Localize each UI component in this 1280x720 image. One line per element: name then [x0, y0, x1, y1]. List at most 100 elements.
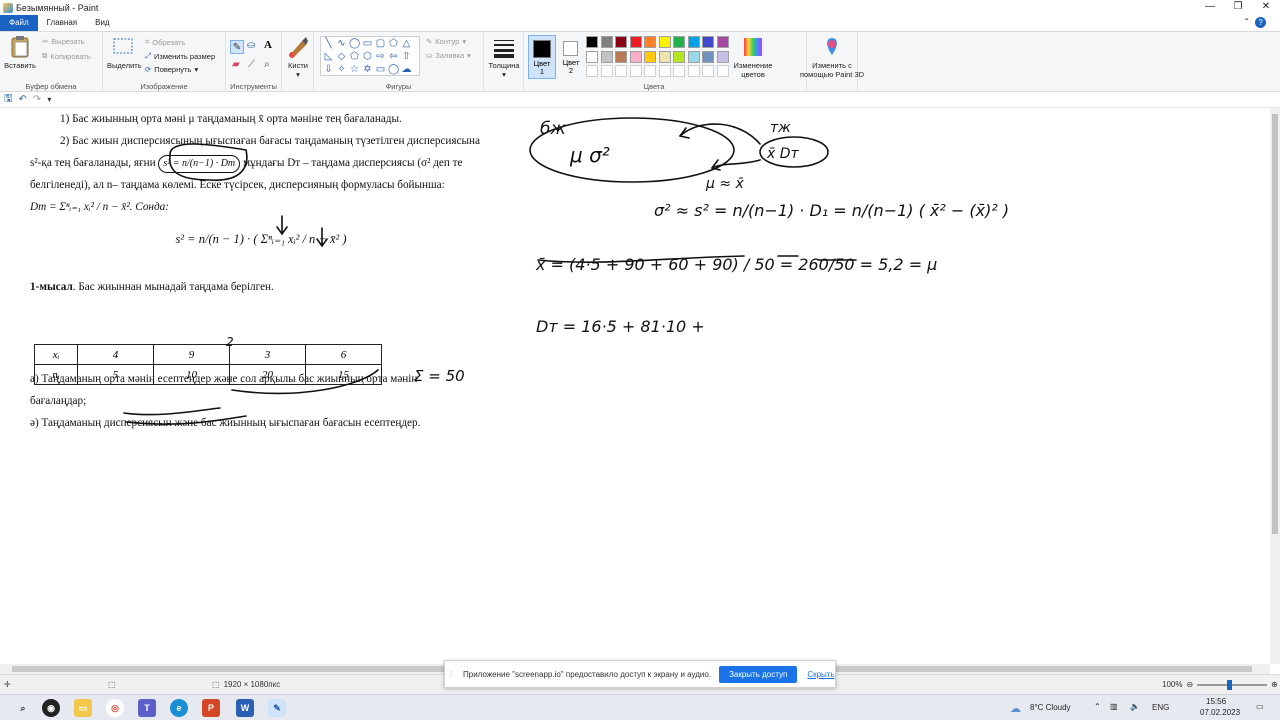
pentagon-shape-icon[interactable]: ⬠ [349, 51, 360, 62]
custom-palette-swatch[interactable] [673, 65, 685, 77]
clock-date[interactable]: 07.02.2023 [1200, 708, 1240, 717]
palette-swatch[interactable] [658, 36, 671, 48]
polygon-shape-icon[interactable]: ⬠ [388, 38, 399, 49]
chevron-up-icon[interactable]: ⌃ [1094, 702, 1101, 711]
custom-palette-swatch[interactable] [615, 65, 627, 77]
five-point-star-shape-icon[interactable]: ☆ [349, 64, 360, 75]
customize-icon[interactable]: ▾ [47, 95, 51, 104]
weather-label[interactable]: 8°C Cloudy [1030, 703, 1071, 712]
notifications-icon[interactable]: ▭ [1256, 702, 1264, 711]
outline-dropdown[interactable]: ✎ Контур ▾ [426, 37, 466, 46]
tab-home[interactable]: Главная [38, 15, 86, 31]
clock-time[interactable]: 15:56 [1206, 697, 1226, 706]
cloud-shape-icon[interactable]: ☁ [401, 64, 412, 75]
left-arrow-shape-icon[interactable]: ⇦ [388, 51, 399, 62]
right-triangle-shape-icon[interactable]: ◺ [323, 51, 334, 62]
shapes-gallery[interactable]: ╲ ∿ ◯ ▭ ▢ ⬠ △ ◺ ◇ ⬠ ⬡ ⇨ ⇦ ⇧ ⇩ ✧ ☆ ✡ ▭ ◯ … [320, 36, 420, 76]
redo-icon[interactable]: ↷ [33, 94, 41, 105]
close-button[interactable]: ✕ [1252, 0, 1280, 15]
palette-swatch[interactable] [658, 50, 671, 63]
six-point-star-shape-icon[interactable]: ✡ [362, 64, 373, 75]
file-explorer-icon[interactable]: ▭ [74, 699, 92, 717]
tab-view[interactable]: Вид [86, 15, 118, 31]
start-icon[interactable]: ◉ [42, 699, 60, 717]
palette-swatch[interactable] [687, 50, 700, 63]
rotate-button[interactable]: ⟳ Повернуть ▾ [145, 65, 198, 74]
zoom-slider-thumb[interactable] [1227, 679, 1233, 690]
vertical-scrollbar[interactable] [1270, 108, 1280, 664]
palette-swatch[interactable] [716, 36, 729, 48]
scrollbar-thumb[interactable] [1272, 114, 1278, 534]
powerpoint-icon[interactable]: P [202, 699, 220, 717]
brushes-button[interactable]: Кисти ▾ [284, 35, 312, 79]
resize-button[interactable]: ⤢ Изменить размер [145, 51, 215, 61]
color2-button[interactable]: Цвет 2 [558, 35, 584, 79]
word-icon[interactable]: W [236, 699, 254, 717]
diamond-shape-icon[interactable]: ◇ [336, 51, 347, 62]
palette-swatch[interactable] [600, 36, 613, 48]
eraser-icon[interactable]: ▰ [232, 59, 240, 70]
copy-button[interactable]: ⧉ Копировать [42, 51, 91, 61]
four-point-star-shape-icon[interactable]: ✧ [336, 64, 347, 75]
custom-palette-swatch[interactable] [629, 65, 642, 77]
help-icon[interactable]: ? [1255, 17, 1266, 28]
paint-taskbar-icon[interactable]: ✎ [268, 699, 286, 717]
maximize-button[interactable]: ❐ [1224, 0, 1252, 15]
palette-swatch[interactable] [629, 50, 642, 63]
select-button[interactable]: Выделить [107, 35, 142, 70]
palette-swatch[interactable] [629, 36, 642, 48]
callout-rect-shape-icon[interactable]: ▭ [375, 64, 386, 75]
undo-icon[interactable]: ↶ [19, 94, 27, 105]
hide-link[interactable]: Скрыть [807, 670, 834, 679]
size-button[interactable]: Толщина ▾ [486, 35, 522, 79]
network-icon[interactable]: ▥ [1110, 702, 1118, 711]
search-icon[interactable]: ⌕ [14, 699, 32, 717]
palette-swatch[interactable] [687, 36, 700, 48]
volume-icon[interactable]: 🔈 [1130, 702, 1140, 711]
paint3d-button[interactable]: Изменить с помощью Paint 3D [799, 35, 865, 79]
custom-palette-swatch[interactable] [586, 65, 598, 77]
oval-shape-icon[interactable]: ◯ [349, 38, 360, 49]
palette-swatch[interactable] [586, 36, 598, 48]
palette-swatch[interactable] [673, 36, 685, 48]
palette-swatch[interactable] [586, 50, 598, 63]
palette-swatch[interactable] [716, 50, 729, 63]
pencil-icon[interactable]: ✎ [230, 40, 244, 54]
zoom-out-icon[interactable]: ⊖ [1186, 680, 1193, 689]
collapse-ribbon-icon[interactable]: ⌃ [1243, 17, 1250, 26]
palette-swatch[interactable] [615, 36, 627, 48]
edit-colors-button[interactable]: Изменение цветов [730, 35, 776, 79]
rectangle-shape-icon[interactable]: ▭ [362, 38, 373, 49]
palette-swatch[interactable] [644, 50, 656, 63]
custom-palette-swatch[interactable] [687, 65, 700, 77]
edge-icon[interactable]: e [170, 699, 188, 717]
crop-button[interactable]: ⌗ Обрезать [145, 37, 185, 47]
curve-shape-icon[interactable]: ∿ [336, 38, 347, 49]
palette-swatch[interactable] [644, 36, 656, 48]
cut-button[interactable]: ✂ Вырезать [42, 37, 85, 46]
magnifier-icon[interactable]: ⌕ [264, 59, 270, 70]
custom-palette-swatch[interactable] [600, 65, 613, 77]
custom-palette-swatch[interactable] [716, 65, 729, 77]
up-arrow-shape-icon[interactable]: ⇧ [401, 51, 412, 62]
fill-bucket-icon[interactable]: ⛀ [247, 40, 255, 51]
zoom-in-icon[interactable]: ⊕ [1271, 680, 1278, 689]
palette-swatch[interactable] [615, 50, 627, 63]
rounded-rect-shape-icon[interactable]: ▢ [375, 38, 386, 49]
callout-oval-shape-icon[interactable]: ◯ [388, 64, 399, 75]
palette-swatch[interactable] [673, 50, 685, 63]
stop-sharing-button[interactable]: Закрыть доступ [719, 665, 798, 683]
teams-icon[interactable]: T [138, 699, 156, 717]
palette-swatch[interactable] [600, 50, 613, 63]
custom-palette-swatch[interactable] [658, 65, 671, 77]
fill-dropdown[interactable]: ⛀ Заливка ▾ [426, 51, 471, 60]
palette-swatch[interactable] [702, 50, 714, 63]
drag-handle-icon[interactable]: ⁞ [445, 670, 457, 679]
triangle-shape-icon[interactable]: △ [401, 38, 412, 49]
text-tool-icon[interactable]: A [264, 39, 272, 51]
color1-button[interactable]: Цвет 1 [528, 35, 556, 79]
zoom-slider[interactable] [1197, 679, 1268, 690]
paste-button[interactable]: Вставить [4, 35, 36, 70]
palette-swatch[interactable] [702, 36, 714, 48]
color-picker-icon[interactable]: ⟋ [248, 59, 255, 70]
